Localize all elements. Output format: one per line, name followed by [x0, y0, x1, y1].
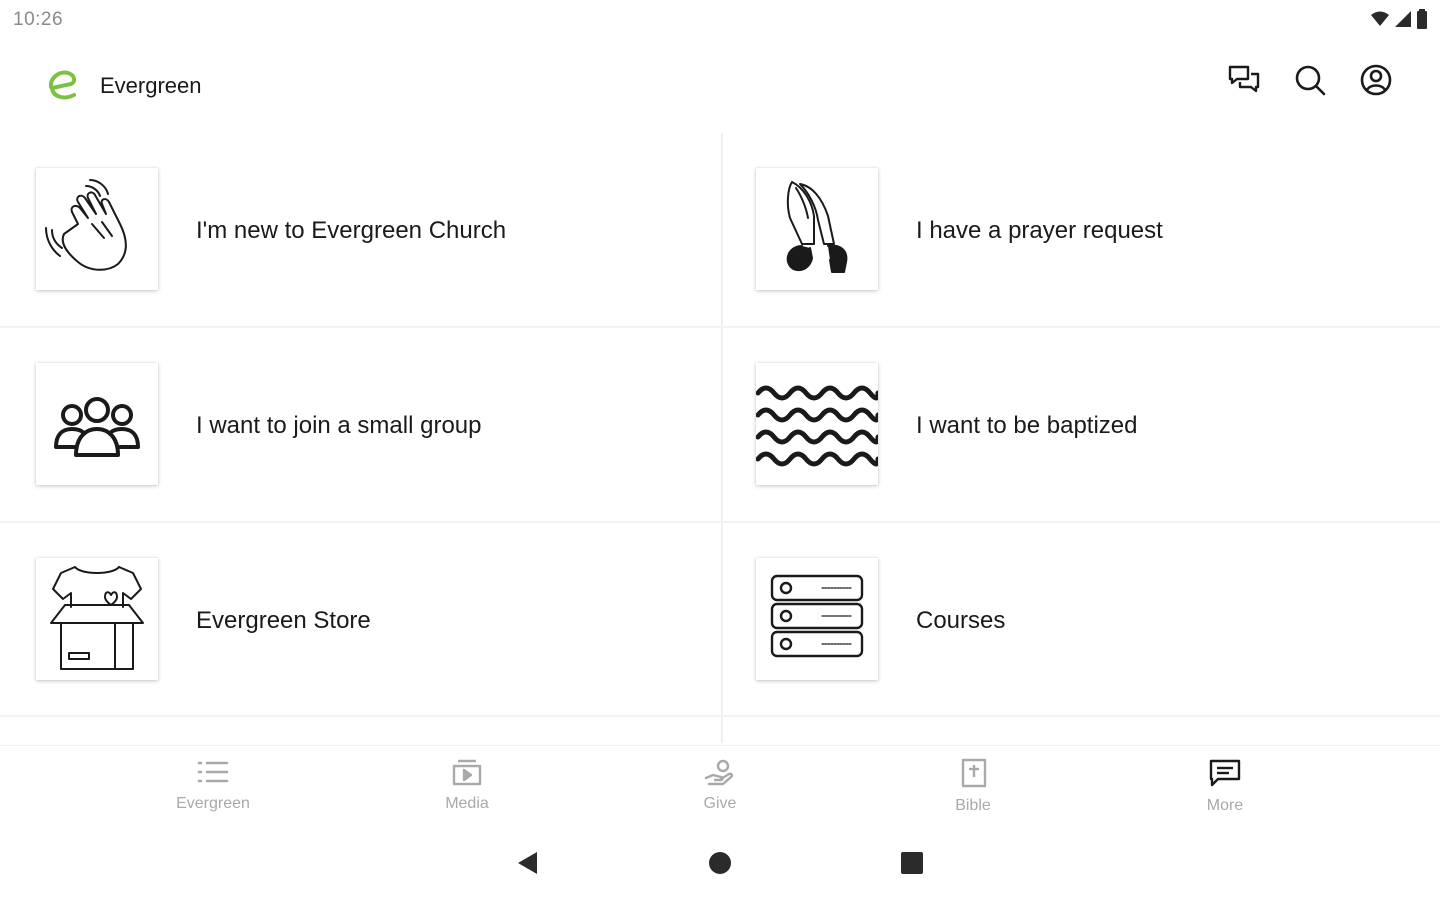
nav-label: Bible	[955, 797, 991, 814]
tile-label: Courses	[916, 607, 1006, 634]
status-time: 10:26	[13, 9, 64, 30]
tile-label: I want to be baptized	[916, 412, 1138, 439]
tile-thumbnail	[756, 558, 878, 680]
media-play-icon	[450, 758, 484, 791]
tile-thumbnail	[756, 363, 878, 485]
nav-item-bible[interactable]: Bible	[913, 758, 1033, 815]
search-button[interactable]	[1292, 64, 1328, 100]
water-waves-icon	[756, 367, 878, 482]
bottom-nav: Evergreen Media Give Bible More	[0, 745, 1440, 825]
store-box-shirt-icon	[39, 559, 155, 680]
status-bar: 10:26	[0, 0, 1440, 40]
group-people-icon	[42, 367, 152, 482]
tile-label: I have a prayer request	[916, 217, 1163, 244]
tile-prayer-request[interactable]: I have a prayer request	[720, 133, 1440, 327]
chat-bubbles-icon	[1227, 64, 1261, 101]
tile-thumbnail	[36, 558, 158, 680]
quick-links-grid: I'm new to Evergreen Church I have a pra…	[0, 133, 1440, 743]
evergreen-logo-icon	[44, 67, 84, 103]
status-icons	[1370, 9, 1428, 29]
tile-thumbnail	[36, 168, 158, 290]
tile-small-group[interactable]: I want to join a small group	[0, 328, 720, 522]
nav-item-more[interactable]: More	[1165, 758, 1285, 815]
tile-new-to-evergreen[interactable]: I'm new to Evergreen Church	[0, 133, 720, 327]
waving-hand-icon	[42, 172, 152, 287]
nav-label: More	[1206, 797, 1244, 814]
account-circle-icon	[1359, 63, 1393, 102]
back-button[interactable]	[512, 850, 542, 880]
nav-item-media[interactable]: Media	[407, 758, 527, 813]
nav-label: Give	[703, 795, 737, 812]
tile-thumbnail	[36, 363, 158, 485]
recents-button[interactable]	[897, 850, 927, 880]
tile-label: I want to join a small group	[196, 412, 482, 439]
system-nav-bar	[0, 840, 1440, 890]
tile-thumbnail	[756, 168, 878, 290]
list-icon	[196, 758, 230, 791]
home-circle-icon	[707, 850, 733, 881]
give-hand-icon	[703, 758, 737, 791]
battery-icon	[1416, 9, 1428, 29]
nav-label: Media	[445, 795, 489, 812]
tile-courses[interactable]: Courses	[720, 523, 1440, 717]
nav-item-evergreen[interactable]: Evergreen	[153, 758, 273, 813]
tile-baptized[interactable]: I want to be baptized	[720, 328, 1440, 522]
more-message-icon	[1208, 758, 1242, 793]
back-triangle-icon	[515, 850, 539, 881]
home-button[interactable]	[705, 850, 735, 880]
cellular-signal-icon	[1394, 10, 1412, 28]
app-title: Evergreen	[100, 73, 202, 98]
tile-evergreen-store[interactable]: Evergreen Store	[0, 523, 720, 717]
search-icon	[1293, 63, 1327, 102]
courses-list-icon	[762, 562, 872, 677]
bible-icon	[956, 758, 990, 793]
chat-button[interactable]	[1226, 64, 1262, 100]
profile-button[interactable]	[1358, 64, 1394, 100]
nav-item-give[interactable]: Give	[660, 758, 780, 813]
praying-hands-icon	[762, 172, 872, 287]
wifi-icon	[1370, 10, 1390, 28]
app-actions	[1226, 64, 1394, 100]
recents-square-icon	[900, 851, 924, 880]
tile-label: I'm new to Evergreen Church	[196, 217, 507, 244]
app-bar: Evergreen	[0, 52, 1440, 120]
tile-label: Evergreen Store	[196, 607, 371, 634]
nav-label: Evergreen	[176, 795, 250, 812]
